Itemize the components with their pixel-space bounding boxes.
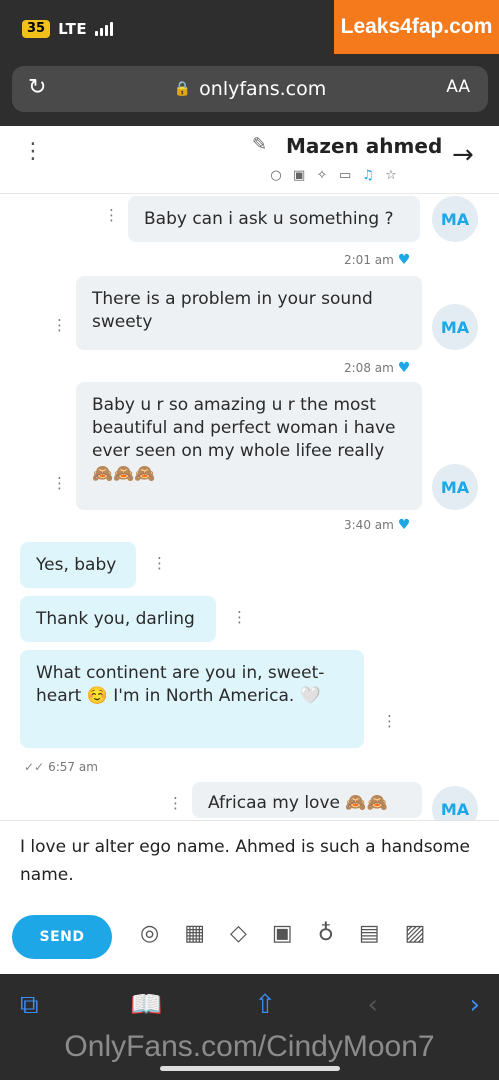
message-icon[interactable]: ▭: [339, 168, 351, 183]
pin-icon[interactable]: ✧: [316, 168, 328, 183]
reload-icon[interactable]: ↻: [28, 75, 46, 100]
avatar[interactable]: MA: [432, 304, 478, 350]
heart-icon[interactable]: ♥: [398, 517, 411, 533]
gif-icon[interactable]: ▤: [359, 921, 380, 946]
chat-header: ⋮ ✎ Mazen ahmed → ○ ▣ ✧ ▭ ♫ ☆: [0, 126, 499, 194]
back-arrow-icon[interactable]: →: [452, 140, 474, 170]
timestamp: 3:40 am: [344, 518, 394, 532]
bell-icon[interactable]: ♫: [362, 168, 374, 183]
message-input[interactable]: I love ur alter ego name. Ahmed is such …: [20, 833, 480, 889]
vault-icon[interactable]: ▣: [272, 921, 293, 946]
message-menu-icon[interactable]: ⋮: [104, 208, 119, 223]
status-indicators: 35 LTE: [22, 20, 114, 38]
message-menu-icon[interactable]: ⋮: [52, 318, 67, 333]
avatar[interactable]: MA: [432, 464, 478, 510]
composer-tools: ◎ ▦ ◇ ▣ ♁ ▤ ▨: [140, 921, 425, 946]
message-meta: ✓✓ 6:57 am: [24, 760, 98, 774]
timestamp: 2:01 am: [344, 253, 394, 267]
message-menu-icon[interactable]: ⋮: [382, 714, 397, 729]
forward-icon[interactable]: ›: [470, 990, 480, 1021]
read-receipt-icon: ✓✓: [24, 760, 45, 774]
battery-badge: 35: [22, 20, 51, 38]
address-bar[interactable]: ↻ 🔒 onlyfans.com AA: [12, 66, 488, 112]
more-options-icon[interactable]: ⋮: [22, 141, 44, 163]
voice-icon[interactable]: ◎: [140, 921, 159, 946]
heart-icon[interactable]: ♥: [398, 252, 411, 268]
image-upload-icon[interactable]: ▨: [405, 921, 426, 946]
signal-icon: [95, 22, 114, 36]
tabs-icon[interactable]: ⧉: [20, 990, 39, 1021]
timestamp: 2:08 am: [344, 361, 394, 375]
share-icon[interactable]: ⇧: [254, 990, 276, 1021]
image-icon[interactable]: ▣: [293, 168, 305, 183]
toolbar-icons: ⧉ 📖 ⇧ ‹ ›: [20, 990, 480, 1021]
message-menu-icon[interactable]: ⋮: [52, 476, 67, 491]
edit-icon[interactable]: ✎: [252, 134, 267, 155]
message-menu-icon[interactable]: ⋮: [168, 796, 183, 811]
header-action-icons: ○ ▣ ✧ ▭ ♫ ☆: [270, 168, 397, 183]
footer-watermark: OnlyFans.com/CindyMoon7: [64, 1030, 435, 1063]
timestamp: 6:57 am: [48, 760, 98, 774]
home-indicator[interactable]: [160, 1066, 340, 1071]
incoming-message[interactable]: Africaa my love 🙈🙈: [192, 782, 422, 818]
browser-url-area: ↻ 🔒 onlyfans.com AA: [0, 56, 499, 126]
message-meta: 2:01 am ♥: [344, 252, 410, 268]
search-icon[interactable]: ○: [270, 168, 282, 183]
incoming-message[interactable]: There is a problem in your sound sweety: [76, 276, 422, 350]
message-meta: 2:08 am ♥: [344, 360, 410, 376]
lock-icon: 🔒: [173, 81, 192, 97]
watermark-banner: Leaks4fap.com: [334, 0, 499, 54]
contact-name[interactable]: Mazen ahmed: [286, 134, 442, 158]
text-size-button[interactable]: AA: [446, 77, 470, 97]
message-menu-icon[interactable]: ⋮: [232, 610, 247, 625]
message-meta: 3:40 am ♥: [344, 517, 410, 533]
back-icon[interactable]: ‹: [368, 990, 378, 1021]
network-label: LTE: [58, 20, 88, 38]
send-button[interactable]: SEND: [12, 915, 112, 959]
url-text[interactable]: onlyfans.com: [199, 78, 326, 100]
heart-icon[interactable]: ♥: [398, 360, 411, 376]
incoming-message[interactable]: Baby can i ask u something ?: [128, 196, 420, 242]
microphone-icon[interactable]: ♁: [318, 921, 334, 946]
bookmarks-icon[interactable]: 📖: [130, 990, 162, 1021]
message-composer: I love ur alter ego name. Ahmed is such …: [0, 820, 499, 970]
avatar[interactable]: MA: [432, 196, 478, 242]
price-tag-icon[interactable]: ◇: [230, 921, 247, 946]
browser-toolbar: ⧉ 📖 ⇧ ‹ ›: [0, 974, 499, 1080]
incoming-message[interactable]: Baby u r so amazing u r the most beautif…: [76, 382, 422, 510]
outgoing-message[interactable]: What continent are you in, sweet-heart ☺…: [20, 650, 364, 748]
star-icon[interactable]: ☆: [385, 168, 397, 183]
outgoing-message[interactable]: Thank you, darling: [20, 596, 216, 642]
message-menu-icon[interactable]: ⋮: [152, 556, 167, 571]
schedule-icon[interactable]: ▦: [184, 921, 205, 946]
outgoing-message[interactable]: Yes, baby: [20, 542, 136, 588]
